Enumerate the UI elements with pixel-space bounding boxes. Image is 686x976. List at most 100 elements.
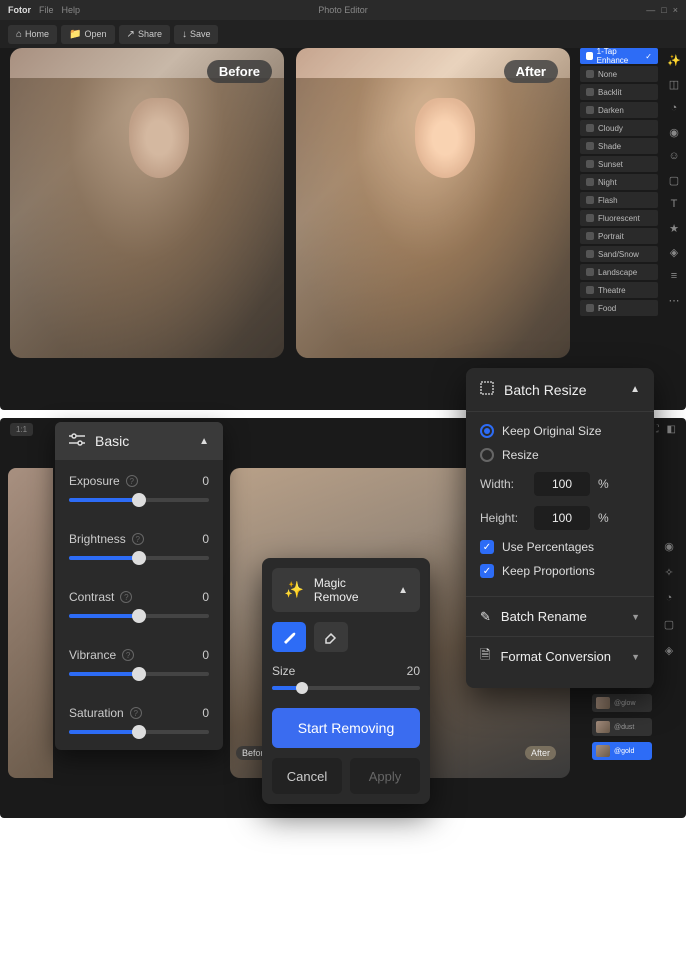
- info-icon[interactable]: ?: [120, 591, 132, 603]
- tool-icon-d[interactable]: ▢: [662, 618, 676, 632]
- info-icon[interactable]: ?: [132, 533, 144, 545]
- preset-cloudy[interactable]: Cloudy: [580, 120, 658, 136]
- preset-backlit[interactable]: Backlit: [580, 84, 658, 100]
- preset-sunset[interactable]: Sunset: [580, 156, 658, 172]
- enhance-icon[interactable]: ✨: [667, 54, 681, 68]
- before-label: Before: [207, 60, 272, 83]
- window-title: Photo Editor: [318, 5, 368, 15]
- brightness-slider[interactable]: [69, 556, 209, 560]
- slider-thumb[interactable]: [132, 493, 146, 507]
- cancel-button[interactable]: Cancel: [272, 758, 342, 794]
- preset-food[interactable]: Food: [580, 300, 658, 316]
- preset-1-tap-enhance[interactable]: 1-Tap Enhance✓: [580, 48, 658, 64]
- info-icon[interactable]: ?: [126, 475, 138, 487]
- exposure-slider[interactable]: [69, 498, 209, 502]
- tool-icon-e[interactable]: ◈: [662, 644, 676, 658]
- minimize-icon[interactable]: —: [646, 5, 655, 15]
- adjust-icon[interactable]: ◔: [667, 102, 681, 116]
- eraser-tool-button[interactable]: [314, 622, 348, 652]
- preset-swatch-icon: [586, 214, 594, 222]
- crop-icon[interactable]: ◫: [667, 78, 681, 92]
- slider-thumb[interactable]: [132, 667, 146, 681]
- info-icon[interactable]: ?: [122, 649, 134, 661]
- aspect-badge[interactable]: 1:1: [10, 423, 33, 436]
- slider-thumb[interactable]: [296, 682, 308, 694]
- saturation-slider-block: Saturation?0: [55, 692, 223, 750]
- saturation-slider[interactable]: [69, 730, 209, 734]
- preset-none[interactable]: None: [580, 66, 658, 82]
- preset-swatch-icon: [586, 88, 594, 96]
- stickers-icon[interactable]: ★: [667, 222, 681, 236]
- batch-panel: Batch Resize ▲ Keep Original Size Resize…: [466, 368, 654, 688]
- brush-tool-button[interactable]: [272, 622, 306, 652]
- magic-panel-header[interactable]: ✨ Magic Remove ▲: [272, 568, 420, 612]
- start-removing-button[interactable]: Start Removing: [272, 708, 420, 748]
- batch-resize-header[interactable]: Batch Resize ▲: [466, 368, 654, 412]
- share-icon: ↗: [127, 29, 135, 40]
- elements-icon[interactable]: ◈: [667, 246, 681, 260]
- slider-thumb[interactable]: [132, 609, 146, 623]
- slider-thumb[interactable]: [132, 725, 146, 739]
- tool-icon-c[interactable]: ◔: [662, 592, 676, 606]
- keep-original-radio[interactable]: Keep Original Size: [480, 424, 640, 438]
- open-button[interactable]: 📁Open: [61, 25, 114, 44]
- slider-thumb[interactable]: [132, 551, 146, 565]
- keep-proportions-checkbox[interactable]: ✓ Keep Proportions: [480, 564, 640, 578]
- share-button[interactable]: ↗Share: [119, 25, 170, 44]
- preset-sand-snow[interactable]: Sand/Snow: [580, 246, 658, 262]
- basic-panel-header[interactable]: Basic ▲: [55, 422, 223, 460]
- thumbnail-item[interactable]: @dust: [592, 718, 652, 736]
- width-input[interactable]: 100: [534, 472, 590, 496]
- preset-landscape[interactable]: Landscape: [580, 264, 658, 280]
- preset-swatch-icon: [586, 196, 594, 204]
- tool-icon-b[interactable]: ✧: [662, 566, 676, 580]
- radio-off-icon: [480, 448, 494, 462]
- menu-file[interactable]: File: [39, 5, 54, 15]
- home-button[interactable]: ⌂Home: [8, 25, 57, 44]
- use-percentages-checkbox[interactable]: ✓ Use Percentages: [480, 540, 640, 554]
- height-input[interactable]: 100: [534, 506, 590, 530]
- preset-swatch-icon: [586, 70, 594, 78]
- thumbnail-item[interactable]: @glow: [592, 694, 652, 712]
- width-label: Width:: [480, 477, 526, 491]
- format-conversion-header[interactable]: 🗎 Format Conversion ▼: [466, 636, 654, 676]
- layers-icon[interactable]: ≡: [667, 270, 681, 284]
- size-slider[interactable]: [272, 686, 420, 690]
- menu-help[interactable]: Help: [62, 5, 81, 15]
- caret-up-icon: ▲: [630, 384, 640, 395]
- apply-button[interactable]: Apply: [350, 758, 420, 794]
- contrast-slider[interactable]: [69, 614, 209, 618]
- caret-down-icon: ▼: [631, 652, 640, 662]
- info-icon[interactable]: ?: [130, 707, 142, 719]
- thumb-swatch: [596, 745, 610, 757]
- vibrance-slider[interactable]: [69, 672, 209, 676]
- maximize-icon[interactable]: □: [661, 5, 666, 15]
- size-value: 20: [407, 664, 420, 678]
- beauty-icon[interactable]: ☺: [667, 150, 681, 164]
- text-icon[interactable]: T: [667, 198, 681, 212]
- tool-icon-a[interactable]: ◉: [662, 540, 676, 554]
- resize-radio[interactable]: Resize: [480, 448, 640, 462]
- preset-fluorescent[interactable]: Fluorescent: [580, 210, 658, 226]
- close-icon[interactable]: ×: [673, 5, 678, 15]
- preset-portrait[interactable]: Portrait: [580, 228, 658, 244]
- size-label: Size: [272, 664, 295, 678]
- preset-flash[interactable]: Flash: [580, 192, 658, 208]
- preset-darken[interactable]: Darken: [580, 102, 658, 118]
- preset-shade[interactable]: Shade: [580, 138, 658, 154]
- saturation-value: 0: [202, 706, 209, 720]
- contrast-value: 0: [202, 590, 209, 604]
- frames-icon[interactable]: ▢: [667, 174, 681, 188]
- preset-theatre[interactable]: Theatre: [580, 282, 658, 298]
- effects-icon[interactable]: ◉: [667, 126, 681, 140]
- preset-night[interactable]: Night: [580, 174, 658, 190]
- save-button[interactable]: ↓Save: [174, 25, 219, 44]
- more-icon[interactable]: ⋯: [667, 294, 681, 308]
- batch-rename-header[interactable]: ✎ Batch Rename ▼: [466, 596, 654, 636]
- compare-icon[interactable]: ◧: [667, 424, 676, 435]
- preset-swatch-icon: [586, 124, 594, 132]
- thumbnail-item[interactable]: @gold: [592, 742, 652, 760]
- action-row: Cancel Apply: [272, 758, 420, 794]
- preset-swatch-icon: [586, 250, 594, 258]
- resize-icon: [480, 381, 494, 398]
